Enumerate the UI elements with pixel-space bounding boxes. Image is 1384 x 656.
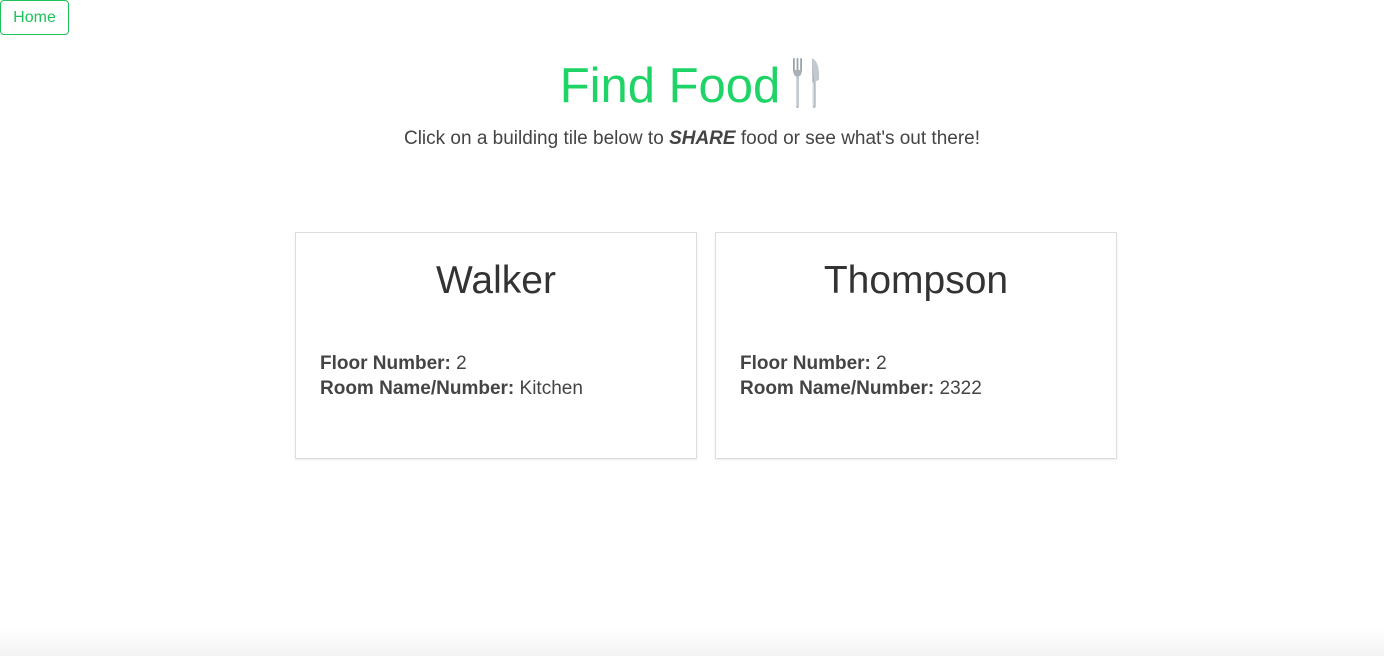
- building-tile-walker[interactable]: Walker Floor Number: 2 Room Name/Number:…: [295, 232, 697, 459]
- floor-number-row: Floor Number: 2: [740, 351, 982, 376]
- floor-number-row: Floor Number: 2: [320, 351, 583, 376]
- room-value: Kitchen: [519, 378, 583, 399]
- page-header: Find Food: [0, 58, 1384, 114]
- home-button[interactable]: Home: [0, 0, 69, 35]
- floor-number-label: Floor Number:: [740, 353, 871, 374]
- subtitle-text-before: Click on a building tile below to: [403, 128, 670, 149]
- room-value: 2322: [939, 378, 982, 399]
- building-name: Walker: [436, 259, 556, 302]
- room-label: Room Name/Number:: [740, 378, 935, 399]
- page-subtitle: Click on a building tile below to SHARE …: [0, 128, 1384, 150]
- page-title: Find Food: [559, 59, 781, 113]
- bottom-shadow: [0, 628, 1384, 656]
- floor-number-label: Floor Number:: [320, 353, 451, 374]
- subtitle-text-after: food or see what's out there!: [735, 128, 981, 149]
- building-details: Floor Number: 2 Room Name/Number: 2322: [740, 351, 982, 401]
- building-tile-thompson[interactable]: Thompson Floor Number: 2 Room Name/Numbe…: [715, 232, 1117, 459]
- fork-and-knife-icon: [790, 56, 824, 110]
- subtitle-emphasis: SHARE: [669, 128, 736, 149]
- room-row: Room Name/Number: Kitchen: [320, 376, 583, 401]
- room-row: Room Name/Number: 2322: [740, 376, 982, 401]
- building-name: Thompson: [823, 259, 1009, 302]
- building-details: Floor Number: 2 Room Name/Number: Kitche…: [320, 351, 583, 401]
- room-label: Room Name/Number:: [320, 378, 515, 399]
- floor-number-value: 2: [876, 353, 887, 374]
- floor-number-value: 2: [456, 353, 467, 374]
